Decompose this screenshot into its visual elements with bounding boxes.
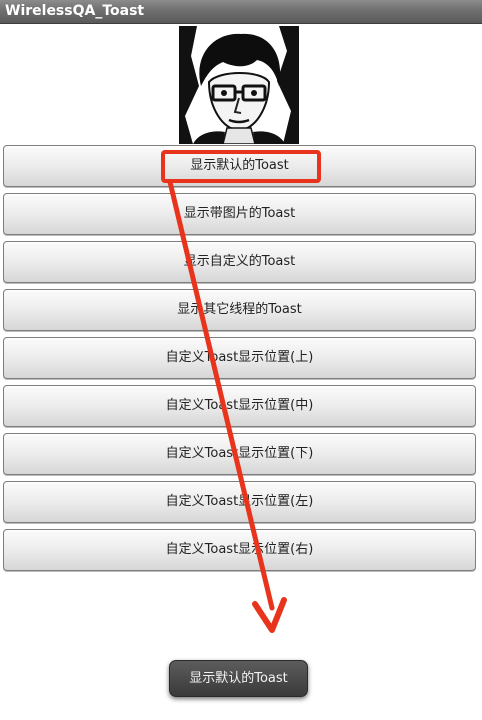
show-image-toast-button[interactable]: 显示带图片的Toast bbox=[3, 193, 476, 235]
show-default-toast-button[interactable]: 显示默认的Toast bbox=[3, 145, 476, 187]
toast-position-top-button[interactable]: 自定义Toast显示位置(上) bbox=[3, 337, 476, 379]
show-custom-toast-button[interactable]: 显示自定义的Toast bbox=[3, 241, 476, 283]
title-bar: WirelessQA_Toast bbox=[0, 0, 482, 24]
show-other-thread-toast-button[interactable]: 显示其它线程的Toast bbox=[3, 289, 476, 331]
toast-position-right-button[interactable]: 自定义Toast显示位置(右) bbox=[3, 529, 476, 571]
toast-position-bottom-button[interactable]: 自定义Toast显示位置(下) bbox=[3, 433, 476, 475]
toast-message: 显示默认的Toast bbox=[169, 660, 308, 697]
user-photo bbox=[179, 26, 299, 144]
app-title: WirelessQA_Toast bbox=[5, 3, 145, 19]
toast-position-center-button[interactable]: 自定义Toast显示位置(中) bbox=[3, 385, 476, 427]
toast-position-left-button[interactable]: 自定义Toast显示位置(左) bbox=[3, 481, 476, 523]
portrait-image bbox=[179, 26, 299, 144]
